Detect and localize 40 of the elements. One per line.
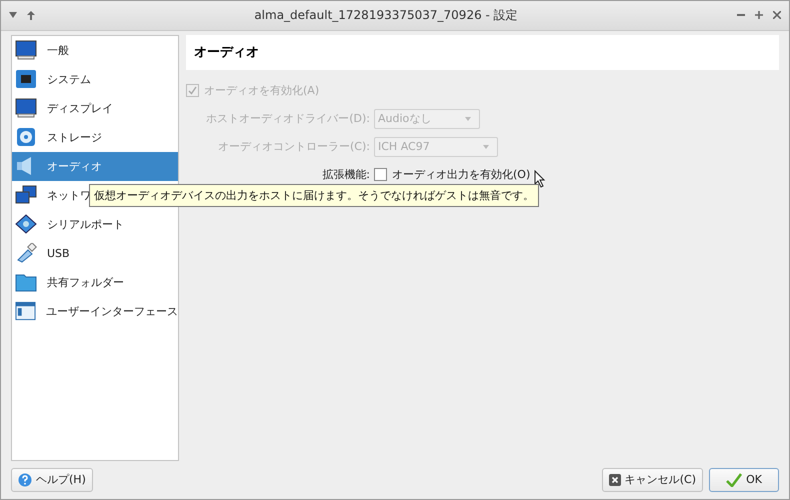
up-arrow-icon[interactable]: [27, 10, 35, 20]
sidebar-item[interactable]: システム: [12, 64, 178, 94]
mouse-pointer-icon: [534, 170, 546, 188]
serial-port-icon: [15, 214, 37, 234]
check-icon: [726, 472, 742, 487]
host-driver-label: ホストオーディオドライバー(D):: [205, 111, 371, 126]
sidebar-item[interactable]: ディスプレイ: [12, 94, 178, 123]
maximize-icon[interactable]: [755, 11, 763, 20]
usb-plug-icon: [15, 243, 37, 264]
tooltip: 仮想オーディオデバイスの出力をホストに届けます。そうでなければゲストは無音です。: [89, 184, 539, 207]
chip-icon: [15, 69, 37, 90]
help-button[interactable]: ヘルプ(H): [11, 468, 93, 492]
extended-label: 拡張機能:: [321, 167, 371, 182]
sidebar-item[interactable]: USB: [12, 238, 178, 268]
sidebar-item[interactable]: 一般: [12, 36, 178, 65]
sidebar-item[interactable]: ストレージ: [12, 122, 178, 152]
close-icon[interactable]: [773, 11, 781, 20]
caret-down-icon: [465, 116, 471, 121]
caret-down-icon[interactable]: [9, 12, 17, 18]
ok-button[interactable]: OK: [709, 468, 779, 492]
cancel-button[interactable]: キャンセル(C): [602, 468, 703, 492]
cross-icon: [608, 474, 621, 486]
monitor-icon: [15, 98, 37, 118]
minimize-icon[interactable]: [737, 14, 745, 16]
caret-down-icon: [483, 144, 489, 149]
sidebar-item[interactable]: オーディオ: [12, 152, 178, 181]
help-icon: [18, 472, 32, 487]
controller-label: オーディオコントローラー(C):: [217, 139, 371, 154]
sidebar-item[interactable]: 共有フォルダー: [12, 268, 178, 297]
sidebar-item[interactable]: ユーザーインターフェース: [12, 296, 178, 326]
folder-icon: [15, 272, 37, 292]
audio-output-checkbox[interactable]: [374, 168, 387, 182]
audio-output-label: オーディオ出力を有効化(O): [392, 167, 530, 182]
monitor-icon: [15, 40, 37, 60]
window-icon: [15, 301, 36, 322]
network-icon: [15, 185, 37, 206]
enable-audio-label: オーディオを有効化(A): [204, 83, 320, 98]
window-title: alma_default_1728193375037_70926 - 設定: [253, 6, 519, 24]
sidebar-item[interactable]: シリアルポート: [12, 210, 178, 239]
page-title: オーディオ: [194, 44, 259, 62]
